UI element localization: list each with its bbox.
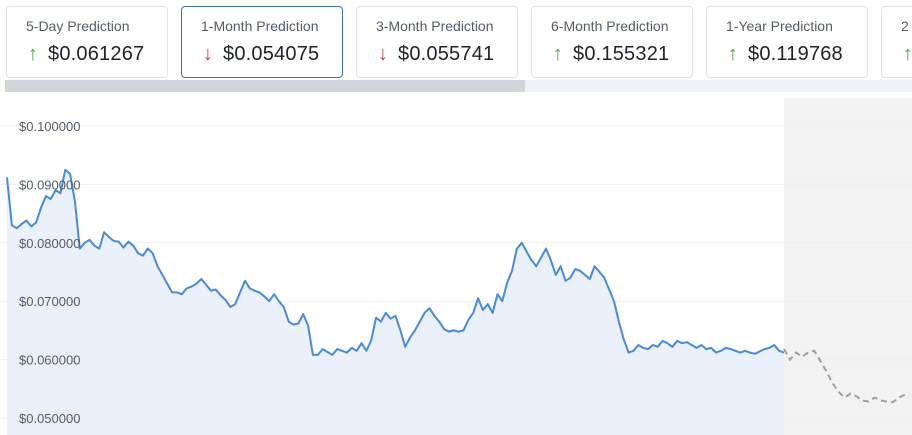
card-value-row: ↓ $0.054075 [201,43,319,66]
cards-scrollbar-thumb[interactable] [5,80,525,92]
history-area [7,169,784,435]
forecast-region [784,98,912,435]
prediction-cards: 5-Day Prediction ↑ $0.061267 1-Month Pred… [0,0,912,84]
card-title: 2 [901,18,909,34]
card-title: 1-Month Prediction [201,18,319,34]
card-value-row: ↑$ [901,43,912,66]
card-value: $0.055741 [398,43,495,65]
y-tick-label: $0.090000 [19,177,80,192]
card-value-row: ↓ $0.055741 [376,43,494,66]
card-1-month[interactable]: 1-Month Prediction ↓ $0.054075 [181,6,343,78]
y-tick-label: $0.080000 [19,236,80,251]
card-1-year[interactable]: 1-Year Prediction ↑ $0.119768 [706,6,868,78]
card-title: 3-Month Prediction [376,18,494,34]
card-title: 5-Day Prediction [26,18,130,34]
card-title: 1-Year Prediction [726,18,833,34]
y-tick-label: $0.060000 [19,353,80,368]
card-5-day[interactable]: 5-Day Prediction ↑ $0.061267 [6,6,168,78]
card-value: $0.119768 [748,43,843,65]
card-title: 6-Month Prediction [551,18,669,34]
arrow-up-icon: ↑ [902,43,912,65]
card-3-month[interactable]: 3-Month Prediction ↓ $0.055741 [356,6,518,78]
arrow-down-icon: ↓ [377,43,389,65]
card-value-row: ↑ $0.155321 [551,43,669,66]
card-value: $0.061267 [48,43,145,65]
arrow-up-icon: ↑ [552,43,564,65]
price-chart: $0.100000 $0.090000 $0.080000 $0.070000 $0.0… [0,98,912,435]
card-6-month[interactable]: 6-Month Prediction ↑ $0.155321 [531,6,693,78]
card-value-row: ↑ $0.061267 [26,43,144,66]
card-partial[interactable]: 2 ↑$ [881,6,912,78]
card-value-row: ↑ $0.119768 [726,43,843,66]
arrow-up-icon: ↑ [27,43,39,65]
y-tick-label: $0.050000 [19,411,80,426]
arrow-down-icon: ↓ [202,43,214,65]
y-tick-label: $0.100000 [19,119,80,134]
y-tick-label: $0.070000 [19,294,80,309]
card-value: $0.155321 [573,43,670,65]
card-value: $0.054075 [223,43,320,65]
arrow-up-icon: ↑ [727,43,739,65]
